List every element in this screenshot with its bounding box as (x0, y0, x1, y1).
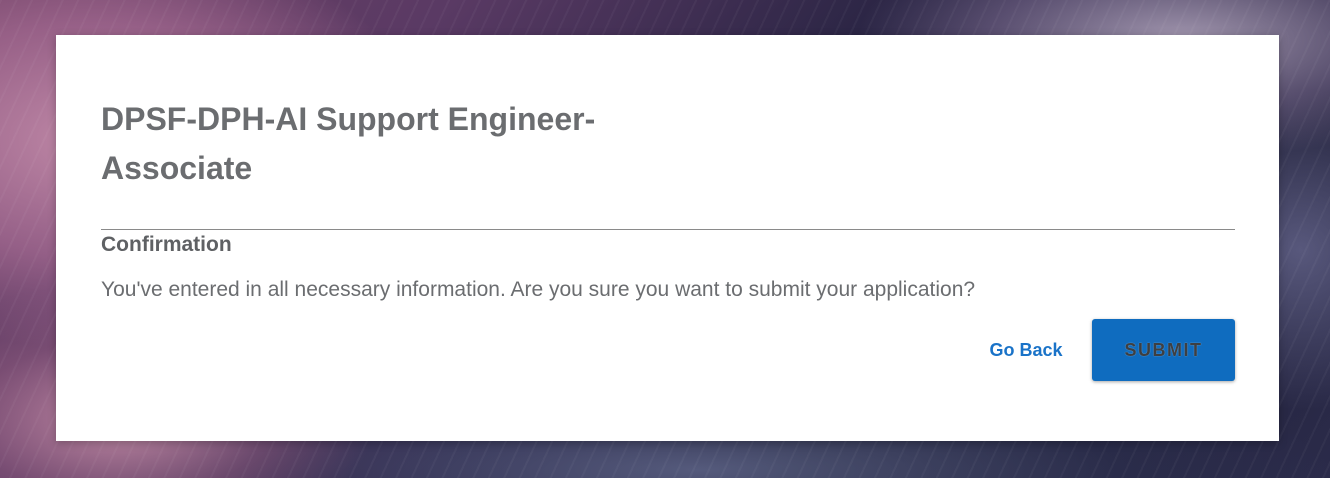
section-heading: Confirmation (101, 233, 232, 256)
confirmation-message: You've entered in all necessary informat… (101, 278, 976, 301)
confirmation-dialog: DPSF-DPH-AI Support Engineer-Associate C… (56, 35, 1279, 441)
divider (101, 229, 1235, 230)
go-back-button[interactable]: Go Back (976, 330, 1076, 370)
submit-button[interactable]: SUBMIT (1092, 319, 1235, 381)
job-title: DPSF-DPH-AI Support Engineer-Associate (101, 101, 596, 186)
